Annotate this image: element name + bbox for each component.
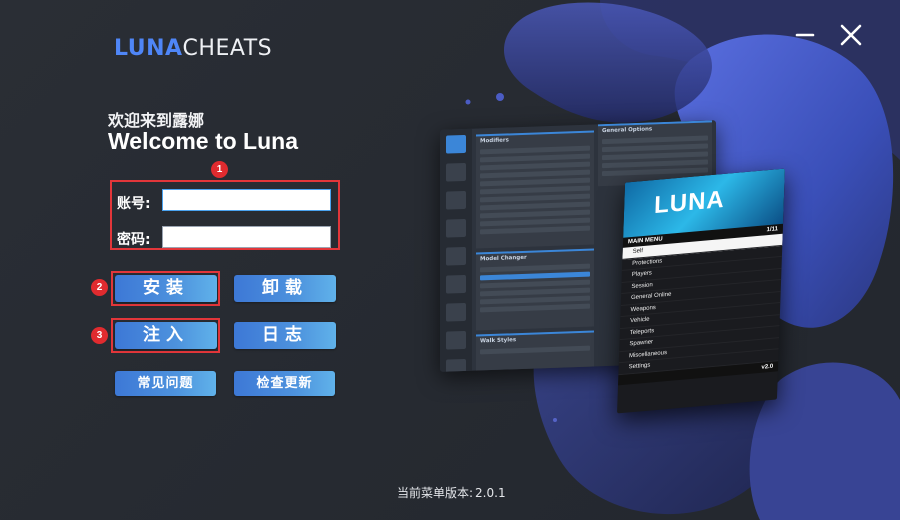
faq-button[interactable]: 常见问题	[115, 371, 216, 396]
close-icon	[840, 24, 862, 46]
annotation-badge-2: 2	[91, 279, 108, 296]
minimize-icon	[795, 33, 815, 37]
close-button[interactable]	[834, 18, 868, 52]
version-label: 当前菜单版本:	[397, 486, 474, 500]
preview-sidebar	[440, 128, 472, 372]
annotation-badge-1: 1	[211, 161, 228, 178]
preview-panel-modifiers: Modifiers	[476, 130, 594, 249]
password-label: 密码:	[117, 232, 151, 248]
account-input[interactable]	[162, 189, 331, 211]
minimize-button[interactable]	[788, 18, 822, 52]
preview-panel-title: Modifiers	[480, 137, 509, 145]
inject-button[interactable]: 注入	[115, 322, 217, 349]
preview-menu-version: v2.0	[761, 363, 774, 371]
check-update-button[interactable]: 检查更新	[234, 371, 335, 396]
brand-logo: LUNACHEATS	[114, 36, 272, 61]
preview-menu-header: MAIN MENU	[627, 236, 663, 246]
preview-menu-logo: LUNA	[653, 185, 726, 220]
uninstall-button[interactable]: 卸载	[234, 275, 336, 302]
preview-panel-model: Model Changer	[476, 248, 594, 331]
version-value: 2.0.1	[475, 486, 506, 500]
preview-panel-title: General Options	[602, 126, 653, 135]
preview-panel-title: Model Changer	[480, 254, 527, 263]
brand-luna: LUNA	[114, 36, 183, 61]
install-button[interactable]: 安装	[115, 275, 217, 302]
brand-cheats: CHEATS	[182, 36, 273, 61]
preview-menu-image: LUNA MAIN MENU 1/11 Self Protections Pla…	[617, 168, 785, 414]
version-text: 当前菜单版本: 2.0.1	[395, 484, 506, 501]
preview-menu-count: 1/11	[766, 226, 778, 234]
password-input[interactable]	[162, 226, 331, 248]
launcher-window: LUNACHEATS 欢迎来到露娜 Welcome to Luna 1 账号: …	[0, 0, 900, 520]
preview-panel-walk: Walk Styles	[476, 330, 594, 372]
log-button[interactable]: 日志	[234, 322, 336, 349]
annotation-badge-3: 3	[91, 327, 108, 344]
greeting-english: Welcome to Luna	[108, 128, 298, 154]
account-label: 账号:	[117, 196, 151, 212]
preview-panel-title: Walk Styles	[480, 337, 517, 345]
